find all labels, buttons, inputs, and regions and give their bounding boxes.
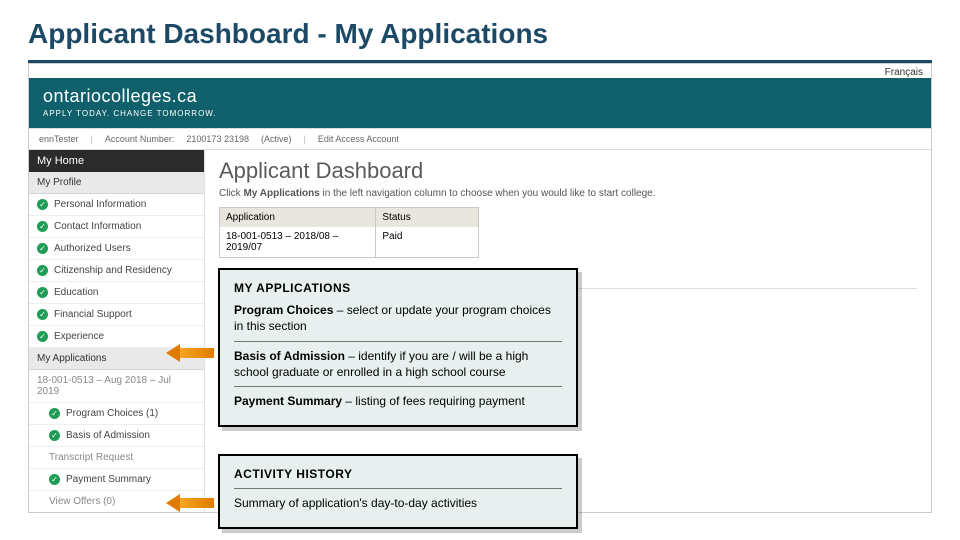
callout-title: ACTIVITY HISTORY xyxy=(234,466,562,482)
sidebar-item-label: Personal Information xyxy=(54,199,146,210)
sidebar-home[interactable]: My Home xyxy=(29,150,204,172)
dashboard-title: Applicant Dashboard xyxy=(219,158,917,184)
callout-my-applications: MY APPLICATIONS Program Choices – select… xyxy=(218,268,578,427)
arrow-icon xyxy=(166,494,214,512)
sidebar-sub-program[interactable]: ✓ Program Choices (1) xyxy=(29,403,204,425)
account-number: 2100173 23198 xyxy=(186,134,249,144)
check-icon: ✓ xyxy=(37,287,48,298)
sidebar-item-education[interactable]: ✓ Education xyxy=(29,282,204,304)
sidebar-profile[interactable]: My Profile xyxy=(29,172,204,194)
sidebar-item-label: Payment Summary xyxy=(66,474,151,485)
check-icon: ✓ xyxy=(49,430,60,441)
table-cell-app: 18-001-0513 – 2018/08 – 2019/07 xyxy=(220,227,376,257)
lang-link[interactable]: Français xyxy=(29,64,931,78)
sidebar-item-label: Authorized Users xyxy=(54,243,131,254)
account-bar: ennTester | Account Number: 2100173 2319… xyxy=(29,128,931,150)
sidebar-item-label: View Offers (0) xyxy=(49,496,115,507)
brand-banner: ontariocolleges.ca APPLY TODAY. CHANGE T… xyxy=(29,78,931,128)
account-status: (Active) xyxy=(261,134,292,144)
slide-title: Applicant Dashboard - My Applications xyxy=(0,0,960,56)
sidebar-item-citizenship[interactable]: ✓ Citizenship and Residency xyxy=(29,260,204,282)
sidebar-item-contact[interactable]: ✓ Contact Information xyxy=(29,216,204,238)
sidebar-app-entry[interactable]: 18-001-0513 – Aug 2018 – Jul 2019 xyxy=(29,370,204,403)
sidebar-item-label: Financial Support xyxy=(54,309,132,320)
sidebar-item-label: Citizenship and Residency xyxy=(54,265,172,276)
edit-account-link[interactable]: Edit Access Account xyxy=(318,134,399,144)
callout-title: MY APPLICATIONS xyxy=(234,280,562,296)
check-icon: ✓ xyxy=(37,243,48,254)
table-row[interactable]: 18-001-0513 – 2018/08 – 2019/07 Paid xyxy=(220,227,478,257)
sidebar-item-label: Experience xyxy=(54,331,104,342)
brand-name: ontariocolleges.ca xyxy=(43,86,917,107)
sidebar-item-financial[interactable]: ✓ Financial Support xyxy=(29,304,204,326)
callout-activity-history: ACTIVITY HISTORY Summary of application'… xyxy=(218,454,578,529)
sidebar-item-personal[interactable]: ✓ Personal Information xyxy=(29,194,204,216)
dashboard-help: Click My Applications in the left naviga… xyxy=(219,188,917,199)
arrow-icon xyxy=(166,344,214,362)
check-icon: ✓ xyxy=(37,309,48,320)
sidebar-item-label: Program Choices (1) xyxy=(66,408,158,419)
sidebar: My Home My Profile ✓ Personal Information… xyxy=(29,150,205,513)
sidebar-sub-basis[interactable]: ✓ Basis of Admission xyxy=(29,425,204,447)
sidebar-item-authorized[interactable]: ✓ Authorized Users xyxy=(29,238,204,260)
sidebar-item-label: Education xyxy=(54,287,98,298)
sidebar-item-label: 18-001-0513 – Aug 2018 – Jul 2019 xyxy=(37,375,196,397)
check-icon: ✓ xyxy=(37,265,48,276)
check-icon: ✓ xyxy=(49,408,60,419)
check-icon: ✓ xyxy=(37,331,48,342)
applications-table: Application Status 18-001-0513 – 2018/08… xyxy=(219,207,479,258)
sidebar-item-label: Contact Information xyxy=(54,221,141,232)
sidebar-item-label: Transcript Request xyxy=(49,452,133,463)
account-user: ennTester xyxy=(39,134,79,144)
table-cell-status: Paid xyxy=(376,227,478,257)
sidebar-sub-payment[interactable]: ✓ Payment Summary xyxy=(29,469,204,491)
sidebar-item-label: Basis of Admission xyxy=(66,430,150,441)
check-icon: ✓ xyxy=(37,221,48,232)
table-header-status: Status xyxy=(376,208,478,227)
sidebar-sub-transcript[interactable]: Transcript Request xyxy=(29,447,204,469)
account-number-label: Account Number: xyxy=(105,134,175,144)
brand-tagline: APPLY TODAY. CHANGE TOMORROW. xyxy=(43,109,917,118)
check-icon: ✓ xyxy=(49,474,60,485)
check-icon: ✓ xyxy=(37,199,48,210)
table-header-application: Application xyxy=(220,208,376,227)
